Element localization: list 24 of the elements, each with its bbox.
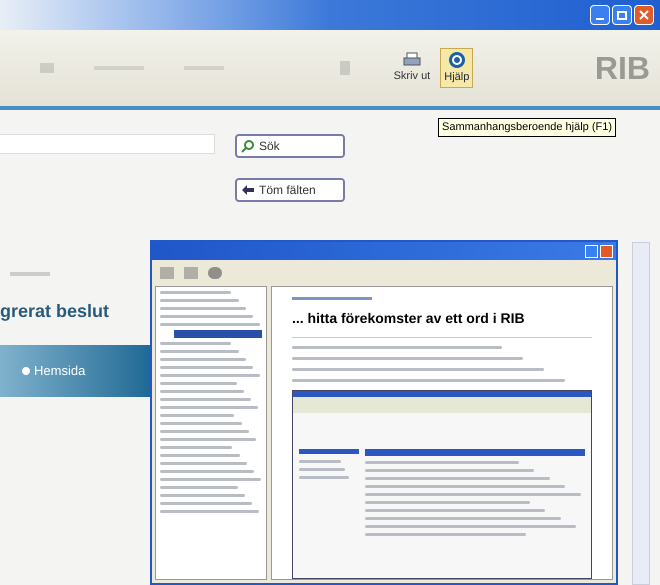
search-icon — [241, 139, 255, 153]
app-logo: RIB — [594, 49, 650, 88]
help-toolbar-drawing — [160, 266, 222, 280]
close-icon — [639, 10, 649, 20]
clear-button[interactable]: Töm fälten — [235, 178, 345, 202]
illegible-text-drawing — [10, 272, 50, 276]
tooltip: Sammanhangsberoende hjälp (F1) — [438, 118, 616, 136]
page-heading: grerat beslut — [0, 300, 110, 323]
minimize-button[interactable] — [585, 244, 598, 258]
maximize-button[interactable] — [612, 5, 632, 25]
topic-heading: ... hitta förekomster av ett ord i RIB — [292, 309, 526, 328]
search-button[interactable]: Sök — [235, 134, 345, 158]
printer-icon — [402, 52, 421, 68]
toolbar-button[interactable]: Skriv ut — [390, 48, 434, 88]
minimize-button[interactable] — [590, 5, 610, 25]
home-icon — [22, 367, 30, 375]
help-icon — [448, 50, 466, 69]
disabled-tool-icon — [340, 61, 350, 75]
toolbar-button[interactable]: Hjälp — [440, 48, 474, 88]
search-field[interactable] — [0, 134, 215, 154]
close-button[interactable] — [600, 244, 613, 258]
close-button[interactable] — [634, 5, 654, 25]
back-arrow-icon — [241, 184, 255, 196]
mini-selected-item — [299, 449, 359, 454]
